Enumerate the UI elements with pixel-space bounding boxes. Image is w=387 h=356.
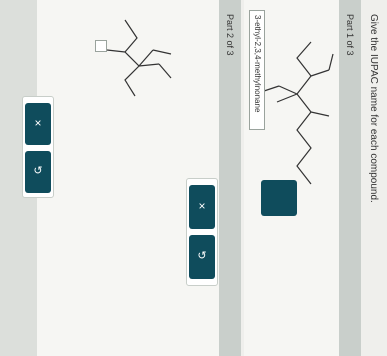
part-1-tool-panel: × ↺ xyxy=(186,178,218,286)
part-1-buttons-wrapper xyxy=(265,180,299,258)
part-2-tool-panel: × ↺ xyxy=(22,96,54,198)
part-1-label: Part 1 of 3 xyxy=(345,14,355,56)
part-1-clear-button[interactable]: × xyxy=(189,185,215,229)
part-2-label: Part 2 of 3 xyxy=(225,14,235,56)
close-icon: × xyxy=(198,199,206,213)
part-1-panel: 3-ethyl-2,3,4-methylnonane xyxy=(244,0,339,356)
part-2-header: Part 2 of 3 xyxy=(219,0,241,356)
part-2-undo-button[interactable]: ↺ xyxy=(25,151,51,193)
part-2-clear-button[interactable]: × xyxy=(25,103,51,145)
undo-icon: ↺ xyxy=(197,250,207,262)
close-icon: × xyxy=(34,116,42,130)
screen: Give the IUPAC name for each compound. P… xyxy=(0,0,387,356)
part-1-undo-button[interactable]: ↺ xyxy=(189,235,215,279)
question-text: Give the IUPAC name for each compound. xyxy=(368,14,379,203)
part-1-answer-field[interactable]: 3-ethyl-2,3,4-methylnonane xyxy=(249,10,265,130)
part-2-answer-field[interactable] xyxy=(95,40,107,52)
part-2-structure-image xyxy=(106,19,172,97)
part-1-header: Part 1 of 3 xyxy=(339,0,361,356)
undo-icon: ↺ xyxy=(33,165,43,177)
